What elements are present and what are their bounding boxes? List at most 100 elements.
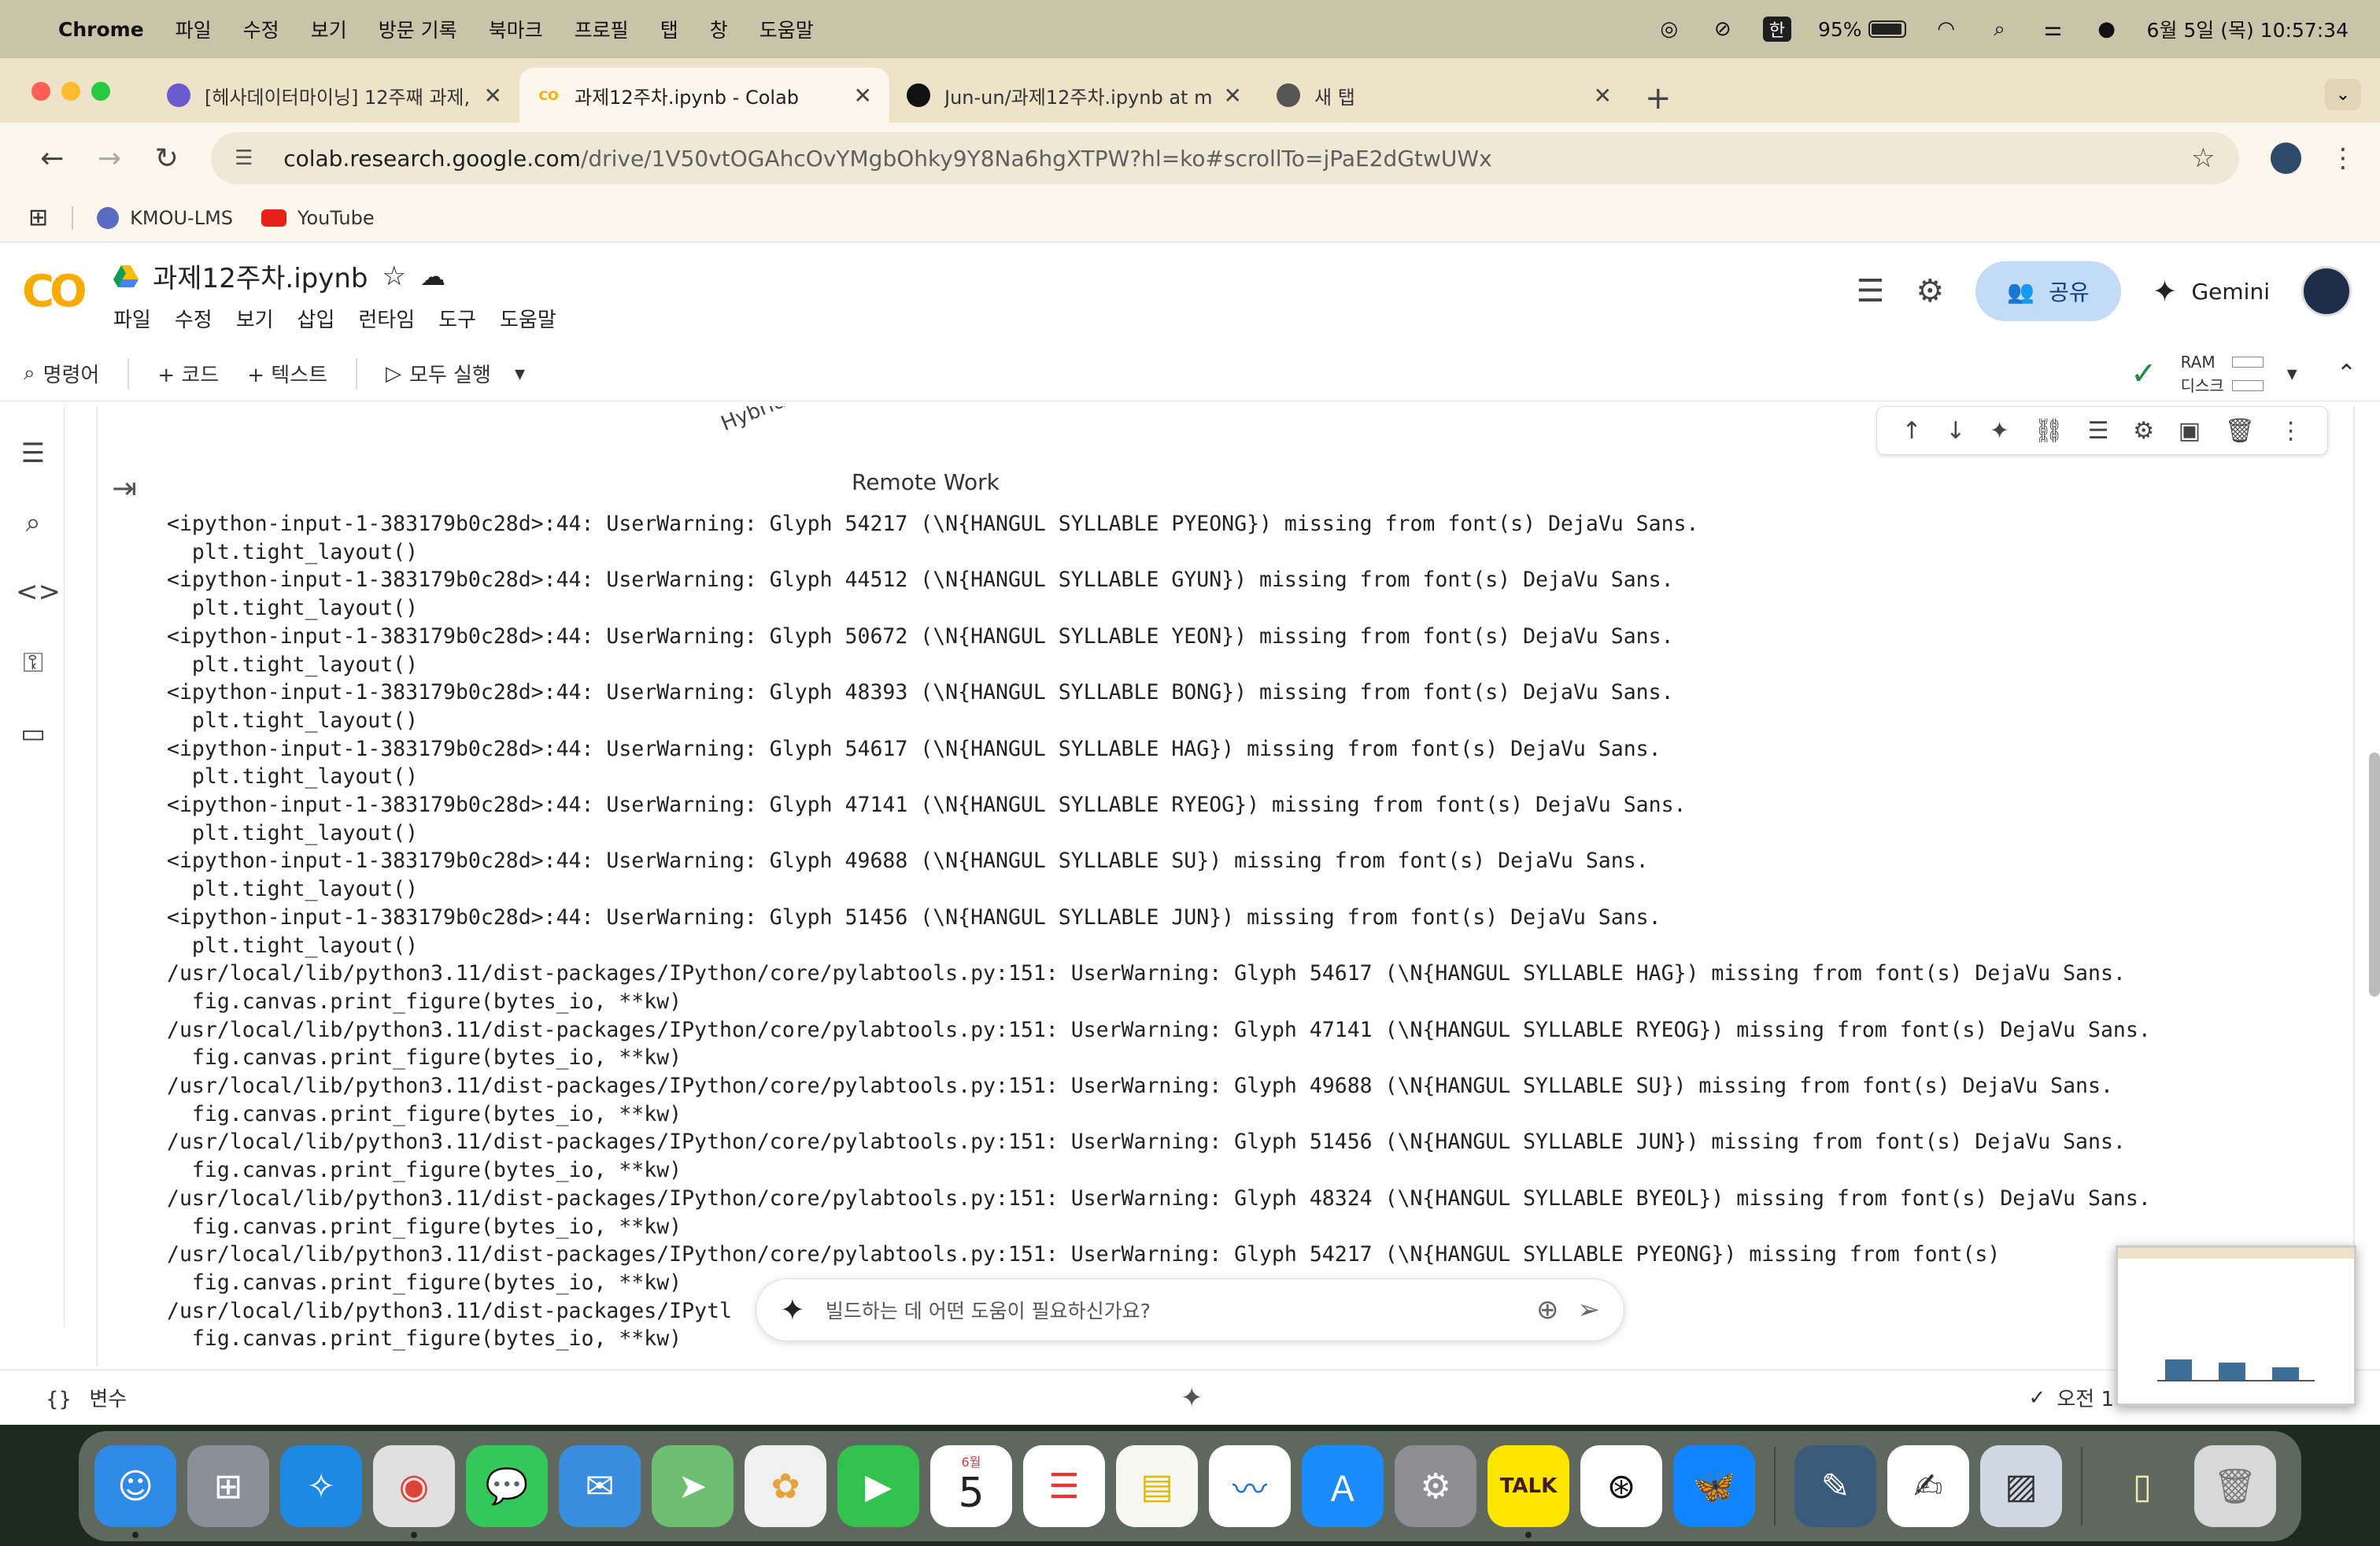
more-options-icon[interactable]: ⋮ xyxy=(2279,417,2303,445)
run-all-button[interactable]: ▷ 모두 실행 ▾ xyxy=(386,359,525,388)
mail-icon[interactable]: ✉ xyxy=(559,1445,641,1527)
colab-menu-item[interactable]: 런타임 xyxy=(358,304,415,333)
code-snippets-icon[interactable]: <> xyxy=(16,576,61,611)
apps-grid-icon[interactable]: ⊞ xyxy=(28,204,48,231)
notebook-title[interactable]: 과제12주차.ipynb xyxy=(153,257,368,295)
browser-tab-active[interactable]: CO 과제12주차.ipynb - Colab ✕ xyxy=(519,68,889,123)
execution-status[interactable]: ✓ 오전 1 xyxy=(2029,1383,2114,1412)
gemini-prompt-placeholder[interactable]: 빌드하는 데 어떤 도움이 필요하신가요? xyxy=(826,1296,1151,1324)
close-window-button[interactable] xyxy=(31,82,50,101)
chrome-menu-icon[interactable]: ⋮ xyxy=(2330,142,2356,174)
appstore-icon[interactable]: Ａ xyxy=(1302,1445,1384,1527)
cloud-save-status-icon[interactable]: ☁ xyxy=(420,261,445,291)
add-code-button[interactable]: + 코드 xyxy=(157,359,219,388)
colab-menu-item[interactable]: 도움말 xyxy=(500,304,556,333)
comments-icon[interactable]: ☰ xyxy=(1857,273,1885,309)
calendar-icon[interactable]: 6월 5 xyxy=(930,1445,1012,1527)
menubar-item[interactable]: 프로필 xyxy=(575,15,629,43)
colab-menu-item[interactable]: 도구 xyxy=(438,304,476,333)
secrets-key-icon[interactable]: ⚿ xyxy=(16,647,50,682)
menubar-item[interactable]: 파일 xyxy=(176,15,212,43)
menubar-datetime[interactable]: 6월 5일 (목) 10:57:34 xyxy=(2147,15,2349,43)
colab-menu-item[interactable]: 삽입 xyxy=(298,304,335,333)
add-context-icon[interactable]: ⊕ xyxy=(1536,1294,1559,1326)
browser-tab[interactable]: 새 탭 ✕ xyxy=(1259,68,1629,123)
reload-icon[interactable]: ↻ xyxy=(138,142,195,175)
address-bar[interactable]: ☰ colab.research.google.com/drive/1V50vt… xyxy=(211,132,2239,184)
trash-icon[interactable]: 🗑 xyxy=(2194,1445,2276,1527)
find-replace-icon[interactable]: ⌕ xyxy=(16,507,50,542)
move-down-icon[interactable]: ↓ xyxy=(1946,417,1965,445)
resource-monitor[interactable]: RAM 디스크 xyxy=(2181,350,2264,398)
bluesky-icon[interactable]: 🦋 xyxy=(1673,1445,1755,1527)
link-icon[interactable]: ⛓ xyxy=(2034,417,2064,445)
star-notebook-icon[interactable]: ☆ xyxy=(382,261,405,292)
browser-tab[interactable]: [헤사데이터마이닝] 12주째 과제, L ✕ xyxy=(150,68,519,123)
tab-search-chevron-icon[interactable]: ⌄ xyxy=(2325,79,2361,110)
kakaotalk-icon[interactable]: TALK xyxy=(1488,1445,1569,1538)
output-actions-icon[interactable]: ⇥ xyxy=(112,471,137,505)
photos-icon[interactable]: ✿ xyxy=(745,1445,826,1527)
bookmark-star-icon[interactable]: ☆ xyxy=(2191,142,2215,174)
menubar-item[interactable]: 방문 기록 xyxy=(379,15,457,43)
share-button[interactable]: 👥 공유 xyxy=(1975,261,2121,321)
files-folder-icon[interactable]: ▭ xyxy=(16,718,50,753)
control-center-icon[interactable]: ⚌ xyxy=(2040,16,2067,43)
variables-button[interactable]: {} 변수 xyxy=(46,1383,127,1412)
chatgpt-icon[interactable]: ⊛ xyxy=(1580,1445,1662,1527)
comment-icon[interactable]: ☰ xyxy=(2088,417,2109,445)
send-icon[interactable]: ➢ xyxy=(1578,1294,1601,1326)
collapse-chevron-up-icon[interactable]: ⌃ xyxy=(2337,360,2356,387)
menubar-item[interactable]: 북마크 xyxy=(489,15,543,43)
menubar-app-name[interactable]: Chrome xyxy=(58,18,144,41)
focus-icon[interactable]: ⊘ xyxy=(1709,16,1736,43)
colab-logo-icon[interactable]: CO xyxy=(22,266,87,317)
cell-settings-gear-icon[interactable]: ⚙ xyxy=(2133,417,2154,445)
browser-tab[interactable]: Jun-un/과제12주차.ipynb at ma ✕ xyxy=(889,68,1259,123)
colab-menu-item[interactable]: 파일 xyxy=(113,304,151,333)
gemini-status-icon[interactable]: ✦ xyxy=(1181,1382,1203,1414)
menubar-item[interactable]: 창 xyxy=(710,15,728,43)
minimize-window-button[interactable] xyxy=(61,82,80,101)
launchpad-icon[interactable]: ⊞ xyxy=(187,1445,269,1527)
back-arrow-icon[interactable]: ← xyxy=(24,142,81,175)
command-palette-button[interactable]: ⌕ 명령어 xyxy=(24,359,99,388)
runtime-chevron-down-icon[interactable]: ▾ xyxy=(2287,362,2297,386)
system-settings-icon[interactable]: ⚙ xyxy=(1395,1445,1476,1527)
maps-icon[interactable]: ➤ xyxy=(652,1445,734,1527)
new-tab-icon[interactable]: + xyxy=(1645,80,1672,117)
bookmark-youtube[interactable]: YouTube xyxy=(261,207,375,229)
siri-icon[interactable]: ● xyxy=(2094,16,2120,43)
move-up-icon[interactable]: ↑ xyxy=(1901,417,1921,445)
safari-icon[interactable]: ✧ xyxy=(280,1445,362,1527)
gemini-button[interactable]: ✦ Gemini xyxy=(2153,274,2270,309)
colab-menu-item[interactable]: 수정 xyxy=(175,304,213,333)
wifi-icon[interactable]: ◠ xyxy=(1933,16,1960,43)
site-info-icon[interactable]: ☰ xyxy=(235,146,263,170)
bookmark-kmou-lms[interactable]: KMOU-LMS xyxy=(97,206,233,229)
battery-indicator[interactable]: 95% xyxy=(1818,18,1906,41)
close-tab-icon[interactable]: ✕ xyxy=(1594,83,1612,109)
menubar-item[interactable]: 수정 xyxy=(243,15,279,43)
facetime-icon[interactable]: ▶ xyxy=(837,1445,919,1527)
xcode-cleaner-icon[interactable]: ✎ xyxy=(1794,1445,1876,1527)
forward-arrow-icon[interactable]: → xyxy=(81,142,139,175)
finder-icon[interactable]: ☺ xyxy=(94,1445,176,1538)
settings-gear-icon[interactable]: ⚙ xyxy=(1916,273,1944,309)
menubar-item[interactable]: 도움말 xyxy=(759,15,814,43)
screenshot-thumbnail[interactable] xyxy=(2116,1245,2356,1406)
menubar-item[interactable]: 탭 xyxy=(660,15,678,43)
chatgpt-menubar-icon[interactable]: ◎ xyxy=(1656,16,1683,43)
colab-menu-item[interactable]: 보기 xyxy=(236,304,274,333)
preview-icon[interactable]: ▨ xyxy=(1980,1445,2062,1527)
freeform-icon[interactable]: 〰 xyxy=(1209,1445,1291,1527)
close-tab-icon[interactable]: ✕ xyxy=(484,83,502,109)
table-of-contents-icon[interactable]: ☰ xyxy=(16,438,50,472)
account-avatar[interactable] xyxy=(2301,266,2352,316)
mirror-cell-icon[interactable]: ▣ xyxy=(2179,417,2201,445)
notes-icon[interactable]: ▤ xyxy=(1116,1445,1198,1527)
reminders-icon[interactable]: ☰ xyxy=(1023,1445,1105,1527)
chevron-down-icon[interactable]: ▾ xyxy=(515,362,525,386)
downloads-stack-icon[interactable]: ▯ xyxy=(2101,1445,2183,1527)
google-drive-icon[interactable] xyxy=(113,264,139,287)
